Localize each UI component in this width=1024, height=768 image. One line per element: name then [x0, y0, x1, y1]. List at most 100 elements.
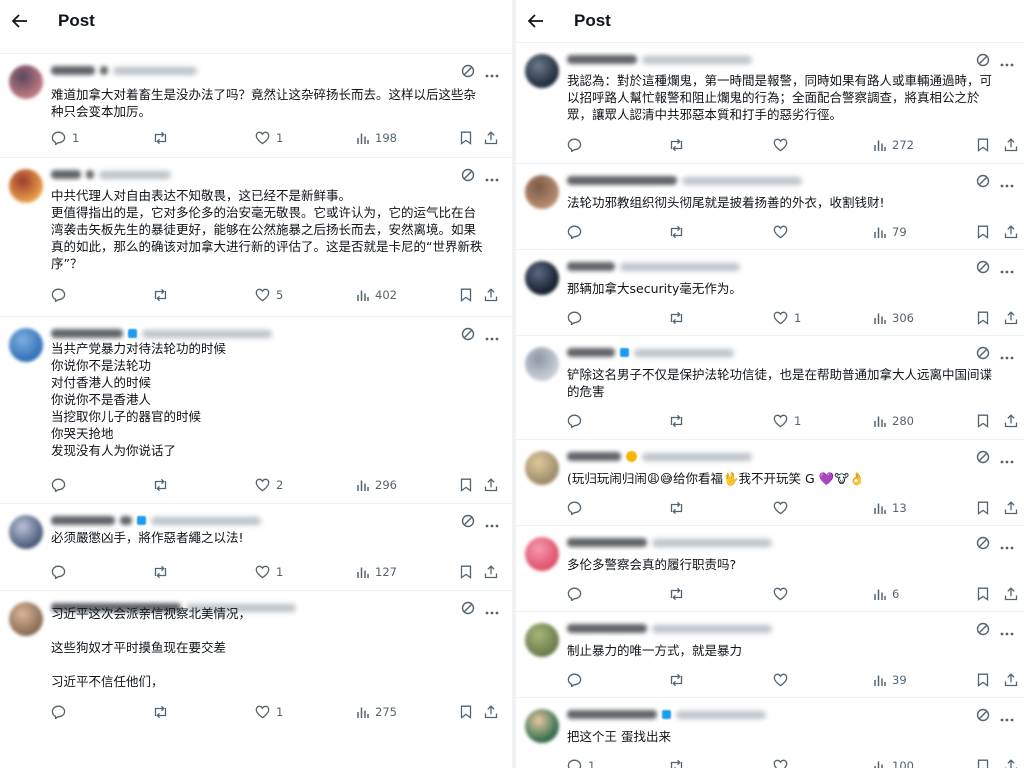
views-button[interactable]: 100 [873, 759, 914, 768]
author-name[interactable] [567, 452, 621, 461]
avatar[interactable] [9, 65, 43, 99]
author-name[interactable] [51, 329, 123, 338]
avatar[interactable] [525, 451, 559, 485]
grok-icon[interactable] [976, 621, 990, 640]
author-name[interactable] [567, 262, 615, 271]
repost-button[interactable] [668, 311, 685, 325]
author-name[interactable] [567, 538, 647, 547]
author-name[interactable] [567, 710, 657, 719]
author-name[interactable] [51, 516, 115, 525]
like-button[interactable]: 1 [255, 705, 283, 719]
bookmark-button[interactable] [977, 138, 989, 152]
reply-button[interactable] [51, 478, 72, 492]
bookmark-button[interactable] [460, 288, 472, 302]
repost-button[interactable] [152, 565, 169, 579]
grok-icon[interactable] [461, 63, 475, 82]
more-icon[interactable] [485, 167, 499, 186]
views-button[interactable]: 13 [873, 501, 907, 515]
author-name[interactable] [86, 170, 94, 179]
share-button[interactable] [1004, 138, 1018, 152]
more-icon[interactable] [1000, 259, 1014, 278]
avatar[interactable] [525, 537, 559, 571]
repost-button[interactable] [668, 138, 685, 152]
repost-button[interactable] [668, 587, 685, 601]
author-name[interactable] [567, 624, 647, 633]
like-button[interactable]: 1 [773, 414, 801, 428]
like-button[interactable]: 1 [773, 311, 801, 325]
grok-icon[interactable] [461, 513, 475, 532]
avatar[interactable] [9, 328, 43, 362]
reply-button[interactable] [51, 565, 72, 579]
author-handle[interactable] [99, 170, 171, 179]
share-button[interactable] [484, 288, 498, 302]
more-icon[interactable] [485, 513, 499, 532]
share-button[interactable] [1004, 311, 1018, 325]
author-handle[interactable] [642, 55, 752, 64]
repost-button[interactable] [668, 759, 685, 768]
avatar[interactable] [525, 175, 559, 209]
grok-icon[interactable] [976, 535, 990, 554]
bookmark-button[interactable] [460, 565, 472, 579]
avatar[interactable] [525, 709, 559, 743]
share-button[interactable] [1004, 501, 1018, 515]
share-button[interactable] [1004, 759, 1018, 768]
author-handle[interactable] [642, 452, 752, 461]
views-button[interactable]: 296 [356, 478, 397, 492]
author-handle[interactable] [151, 516, 261, 525]
author-handle[interactable] [142, 329, 272, 338]
views-button[interactable]: 272 [873, 138, 914, 152]
avatar[interactable] [525, 261, 559, 295]
bookmark-button[interactable] [460, 478, 472, 492]
grok-icon[interactable] [461, 600, 475, 619]
like-button[interactable] [773, 759, 794, 768]
views-button[interactable]: 6 [873, 587, 899, 601]
author-name[interactable] [51, 170, 81, 179]
back-arrow-icon[interactable] [10, 11, 30, 31]
like-button[interactable]: 1 [255, 565, 283, 579]
reply-button[interactable] [567, 225, 588, 239]
bookmark-button[interactable] [977, 501, 989, 515]
views-button[interactable]: 275 [356, 705, 397, 719]
share-button[interactable] [1004, 414, 1018, 428]
author-name[interactable] [567, 176, 677, 185]
avatar[interactable] [525, 54, 559, 88]
reply-button[interactable]: 1 [567, 759, 595, 768]
bookmark-button[interactable] [460, 705, 472, 719]
more-icon[interactable] [1000, 535, 1014, 554]
reply-button[interactable] [567, 311, 588, 325]
author-handle[interactable] [652, 624, 772, 633]
like-button[interactable] [773, 587, 794, 601]
grok-icon[interactable] [976, 259, 990, 278]
author-name[interactable] [51, 66, 95, 75]
bookmark-button[interactable] [977, 673, 989, 687]
reply-button[interactable] [567, 501, 588, 515]
share-button[interactable] [484, 565, 498, 579]
author-handle[interactable] [676, 710, 766, 719]
author-name[interactable] [567, 55, 637, 64]
like-button[interactable] [773, 138, 794, 152]
more-icon[interactable] [485, 326, 499, 345]
author-name[interactable] [120, 516, 132, 525]
bookmark-button[interactable] [460, 131, 472, 145]
bookmark-button[interactable] [977, 587, 989, 601]
avatar[interactable] [9, 515, 43, 549]
share-button[interactable] [1004, 587, 1018, 601]
like-button[interactable]: 2 [255, 478, 283, 492]
bookmark-button[interactable] [977, 414, 989, 428]
repost-button[interactable] [668, 673, 685, 687]
more-icon[interactable] [1000, 345, 1014, 364]
more-icon[interactable] [1000, 707, 1014, 726]
more-icon[interactable] [1000, 173, 1014, 192]
author-name[interactable] [567, 348, 615, 357]
repost-button[interactable] [668, 501, 685, 515]
views-button[interactable]: 306 [873, 311, 914, 325]
share-button[interactable] [484, 705, 498, 719]
repost-button[interactable] [668, 225, 685, 239]
more-icon[interactable] [485, 63, 499, 82]
author-handle[interactable] [113, 66, 197, 75]
avatar[interactable] [525, 623, 559, 657]
author-handle[interactable] [682, 176, 802, 185]
share-button[interactable] [1004, 673, 1018, 687]
repost-button[interactable] [152, 705, 169, 719]
avatar[interactable] [9, 169, 43, 203]
